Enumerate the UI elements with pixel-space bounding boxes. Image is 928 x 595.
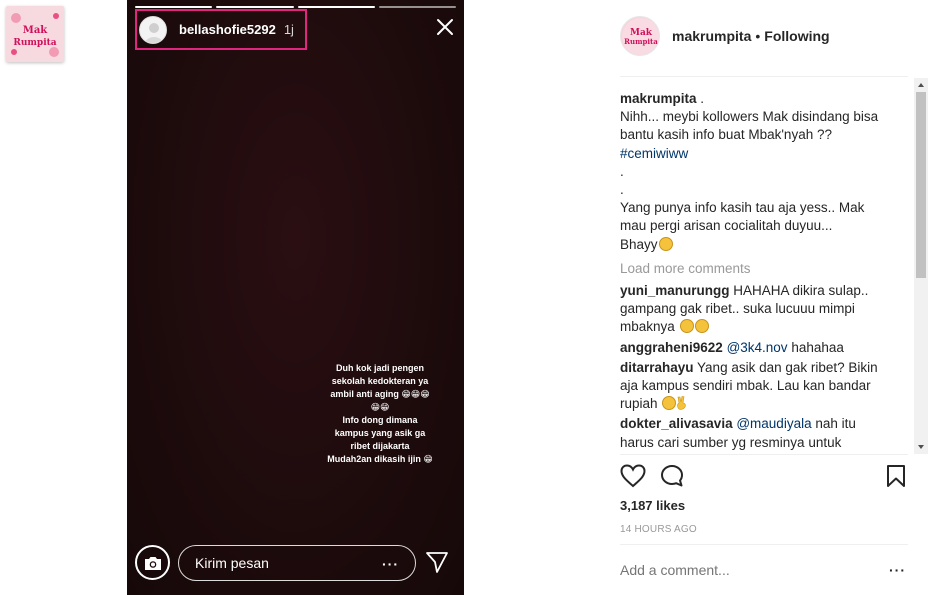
comment-text: nah itu [815,416,856,432]
story-caption-line: Duh kok jadi pengen [335,363,424,373]
caption-line-last: Bhayy [620,236,912,254]
following-button[interactable]: Following [764,28,829,44]
more-options-button[interactable]: ··· [889,562,906,578]
comment-item: anggraheni9622 @3k4.nov hahahaa [620,339,912,357]
comments-scrollbar[interactable] [914,78,928,454]
comment-text-line: mbaknya [620,319,675,335]
post-header: Mak Rumpita makrumpita • Following [620,16,830,56]
svg-text:Rumpita: Rumpita [624,37,658,46]
user-photo-icon [145,22,163,43]
story-caption: Duh kok jadi pengen sekolah kedokteran y… [320,362,440,466]
brand-line-1: Mak [22,25,48,36]
caption-text: . [700,91,705,106]
comment-username[interactable]: anggraheni9622 [620,340,723,355]
header-divider [620,76,908,77]
story-caption-line: ambil anti aging 😁😁😁 [330,389,430,399]
close-icon[interactable] [436,18,454,36]
story-header[interactable]: bellashofie5292 1j [135,9,307,50]
comment-item: ditarrahayu Yang asik dan gak ribet? Bik… [620,359,912,414]
comment-item: dokter_alivasavia @maudiyala nah itu har… [620,415,912,451]
more-options-icon[interactable]: ··· [382,556,399,572]
caption-line: . [620,163,624,179]
brand-logo-icon: Mak Rumpita [622,18,659,55]
grin-emoji-icon [658,236,673,251]
story-viewer[interactable]: bellashofie5292 1j Duh kok jadi pengen s… [127,0,464,595]
brand-line-2: Rumpita [13,38,57,48]
caption-line: Bhayy [620,236,658,252]
message-input[interactable]: Kirim pesan ··· [178,545,416,581]
progress-segment [216,6,294,8]
scroll-up-arrow-icon[interactable] [914,78,928,92]
comment-icon[interactable] [660,464,684,488]
grin-emoji-icon [662,396,677,411]
likes-count[interactable]: 3,187 likes [620,498,685,513]
send-icon[interactable] [425,550,449,574]
caption-username[interactable]: makrumpita [620,91,697,106]
caption-line: Yang punya info kasih tau aja yess.. Mak [620,200,865,216]
separator-dot: • [755,28,761,44]
story-caption-line: kampus yang asik ga [334,428,426,438]
add-comment-bar: ··· [620,562,908,582]
story-caption-line: Info dong dimana [342,415,418,425]
comments-list: makrumpita . Nihh... meybi kollowers Mak… [620,90,912,454]
comment-box-divider [620,544,908,545]
story-caption-line: sekolah kedokteran ya [331,376,429,386]
comment-username[interactable]: yuni_manurungg [620,283,730,298]
load-more-comments[interactable]: Load more comments [620,260,912,278]
mention-link[interactable]: @maudiyala [736,416,811,431]
comment-text-line: aja kampus sendiri mbak. Lau kan bandar [620,378,871,394]
post-owner-name[interactable]: makrumpita [672,28,751,44]
comment-item: yuni_manurungg HAHAHA dikira sulap.. gam… [620,282,912,337]
post-actions [620,464,908,490]
scroll-down-arrow-icon[interactable] [914,440,928,454]
actions-divider [620,454,908,455]
add-comment-input[interactable] [620,562,870,578]
story-progress [135,6,456,8]
post-owner-avatar[interactable]: Mak Rumpita [620,16,660,56]
comment-text-line: harus cari sumber yg resminya untuk [620,434,842,450]
progress-segment [378,6,456,8]
caption-line: Nihh... meybi kollowers Mak disindang bi… [620,109,879,125]
caption-header: makrumpita . [620,90,912,108]
story-caption-line: 😁😁 [370,402,390,412]
story-username[interactable]: bellashofie5292 [179,22,276,37]
caption-line: mau pergi arisan cocialitah duyuu... [620,218,833,234]
comment-text: hahahaa [791,339,844,355]
heart-icon[interactable] [620,464,646,488]
comment-text: HAHAHA dikira sulap.. [733,283,869,299]
comment-text: Yang asik dan gak ribet? Bikin [697,359,878,375]
post-timestamp: 14 HOURS AGO [620,524,697,535]
story-caption-line: ribet dijakarta [350,441,410,451]
grin-emoji-icon [679,319,694,334]
story-reply-bar: Kirim pesan ··· [127,535,464,595]
caption-line: . [620,182,624,198]
caption-line: bantu kasih info buat Mbak'nyah ?? [620,127,832,143]
camera-button[interactable] [135,545,170,580]
comment-username[interactable]: dokter_alivasavia [620,416,733,431]
progress-segment [297,6,375,8]
mention-link[interactable]: @3k4.nov [727,340,788,355]
comment-text-line: gampang gak ribet.. suka lucuuu mimpi [620,301,855,317]
story-caption-line: Mudah2an dikasih ijin 😁 [327,454,433,464]
scrollbar-thumb[interactable] [916,92,926,278]
camera-icon [144,556,161,570]
grin-emoji-icon [694,319,709,334]
comment-text-line: rupiah [620,396,658,412]
story-background [127,0,464,595]
peace-hand-icon [677,396,686,410]
progress-segment [135,6,213,8]
message-placeholder: Kirim pesan [195,555,269,571]
profile-thumbnail[interactable]: Mak Rumpita [6,6,64,62]
bookmark-icon[interactable] [886,464,906,488]
comment-username[interactable]: ditarrahayu [620,360,694,375]
hashtag-link[interactable]: #cemiwiww [620,145,912,163]
story-avatar[interactable] [139,15,167,44]
story-timestamp: 1j [283,22,294,37]
